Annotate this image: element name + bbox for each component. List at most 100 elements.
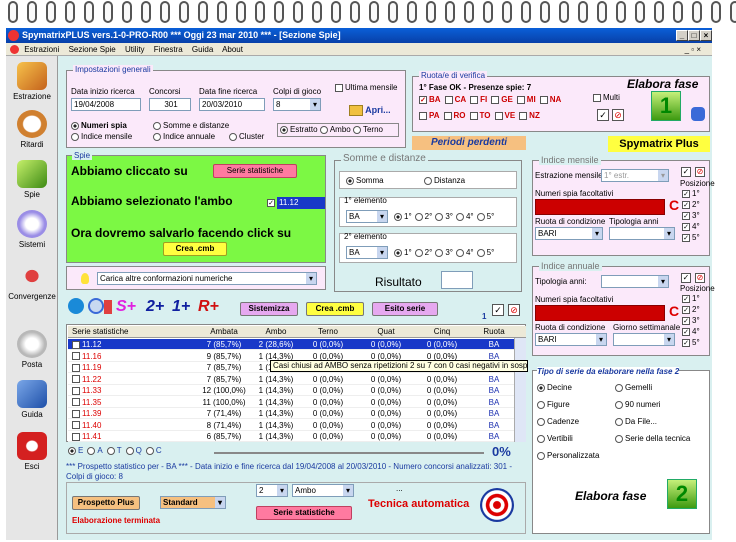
position-checkbox[interactable]: ✓ 2°: [682, 200, 708, 211]
el2-ruota-select[interactable]: BA: [346, 246, 388, 259]
sidebar-item-esci[interactable]: Esci: [6, 432, 58, 471]
position-radio[interactable]: 5°: [476, 212, 494, 221]
position-checkbox[interactable]: ✓ 1°: [682, 189, 708, 200]
el1-ruota-select[interactable]: BA: [346, 210, 388, 223]
position-radio[interactable]: 2°: [414, 248, 432, 257]
mensile-cancel-icon[interactable]: ⊘: [695, 167, 705, 177]
periodi-perdenti-label[interactable]: Periodi perdenti: [412, 136, 526, 150]
position-radio[interactable]: 3°: [435, 212, 453, 221]
esito-serie-button[interactable]: Esito serie: [372, 302, 438, 316]
s-plus-button[interactable]: S+: [116, 298, 136, 316]
position-checkbox[interactable]: ✓ 2°: [682, 305, 708, 316]
position-checkbox[interactable]: ✓ 5°: [682, 338, 708, 349]
save-icon[interactable]: [68, 298, 84, 314]
sidebar-item-posta[interactable]: Posta: [6, 330, 58, 369]
sidebar-item-sistemi[interactable]: Sistemi: [6, 210, 58, 249]
column-header[interactable]: Quat: [358, 326, 414, 338]
multi-checkbox[interactable]: Multi: [593, 93, 620, 102]
two-plus-button[interactable]: 2+: [146, 298, 164, 316]
menu-finestra[interactable]: Finestra: [154, 45, 183, 54]
mdi-controls[interactable]: _ ▫ ×: [685, 43, 701, 56]
table-row[interactable]: 11.33 12 (100,0%) 1 (14,3%) 0 (0,0%) 0 (0,0%…: [68, 385, 526, 396]
r-plus-button[interactable]: R+: [198, 298, 219, 316]
sorte-filter-radios[interactable]: EATQC: [68, 446, 166, 455]
data-inizio-field[interactable]: 19/04/2008: [71, 98, 141, 111]
column-header[interactable]: Serie statistiche: [72, 326, 172, 338]
ultima-mensile-checkbox[interactable]: Ultima mensile: [335, 83, 397, 92]
position-checkbox[interactable]: ✓ 4°: [682, 222, 708, 233]
concorsi-field[interactable]: 301: [149, 98, 191, 111]
cancel-icon[interactable]: ⊘: [612, 109, 624, 121]
menu-guida[interactable]: Guida: [192, 45, 213, 54]
table-row[interactable]: ✓ 11.12 7 (85,7%) 2 (28,6%) 0 (0,0%) 0 (0,0%)…: [68, 339, 526, 350]
serie-statistiche-button[interactable]: Serie statistiche: [213, 164, 297, 178]
fase2-option-radio[interactable]: Personalizzata: [537, 451, 599, 460]
row-checkbox[interactable]: [72, 375, 80, 384]
fase2-option-radio[interactable]: Figure: [537, 400, 570, 409]
annuale-confirm-icon[interactable]: ✓: [681, 273, 691, 283]
column-header[interactable]: Cinq: [412, 326, 472, 338]
mensile-ruota-select[interactable]: BARI: [535, 227, 603, 240]
maximize-button[interactable]: □: [688, 30, 700, 41]
filter-radio-a[interactable]: A: [87, 446, 103, 455]
indice-mensile-radio[interactable]: Indice mensile: [71, 132, 132, 141]
sistemizza-button[interactable]: Sistemizza: [240, 302, 298, 316]
table-cancel-icon[interactable]: ⊘: [508, 304, 520, 316]
sidebar-item-ritardi[interactable]: Ritardi: [6, 110, 58, 149]
numeri-spia-radio[interactable]: Numeri spia: [71, 121, 127, 130]
column-header[interactable]: Terno: [300, 326, 356, 338]
close-button[interactable]: ×: [700, 30, 712, 41]
ambo-radio[interactable]: Ambo: [319, 125, 351, 134]
ruota-checkbox-ro[interactable]: RO: [443, 111, 466, 120]
annuale-cancel-icon[interactable]: ⊘: [695, 273, 705, 283]
menu-utility[interactable]: Utility: [125, 45, 145, 54]
ruota-checkbox-nz[interactable]: NZ: [519, 111, 540, 120]
position-radio[interactable]: 4°: [455, 248, 474, 257]
ruota-checkbox-na[interactable]: NA: [539, 95, 561, 104]
position-checkbox[interactable]: ✓ 5°: [682, 233, 708, 244]
position-checkbox[interactable]: ✓ 3°: [682, 211, 708, 222]
estratto-radio[interactable]: Estratto: [280, 125, 318, 134]
ruota-checkbox-ca[interactable]: CA: [444, 95, 466, 104]
row-checkbox[interactable]: [72, 363, 80, 372]
annuale-giorno-select[interactable]: [613, 333, 675, 346]
ruota-checkbox-to[interactable]: TO: [469, 111, 491, 120]
target-icon[interactable]: [480, 488, 514, 522]
fase2-option-radio[interactable]: Serie della tecnica: [615, 434, 690, 443]
ruota-checkbox-ba[interactable]: ✓ BA: [419, 95, 441, 104]
menu-about[interactable]: About: [222, 45, 243, 54]
table-row[interactable]: 11.22 7 (85,7%) 1 (14,3%) 0 (0,0%) 0 (0,0%) 0…: [68, 373, 526, 385]
fase2-option-radio[interactable]: Vertibili: [537, 434, 573, 443]
row-checkbox[interactable]: [72, 421, 80, 430]
distanza-radio[interactable]: Distanza: [424, 176, 465, 185]
phase2-button[interactable]: 2: [667, 479, 697, 509]
cluster-radio[interactable]: Cluster: [229, 132, 264, 141]
sidebar-item-convergenze[interactable]: Convergenze: [6, 262, 58, 301]
indice-annuale-radio[interactable]: Indice annuale: [153, 132, 215, 141]
position-checkbox[interactable]: ✓ 1°: [682, 294, 708, 305]
table-row[interactable]: 11.40 8 (71,4%) 1 (14,3%) 0 (0,0%) 0 (0,0%) 0…: [68, 419, 526, 431]
somma-radio[interactable]: Somma: [346, 176, 384, 185]
position-radio[interactable]: 1°: [394, 212, 412, 221]
minimize-button[interactable]: _: [676, 30, 688, 41]
column-header[interactable]: Ruota: [474, 326, 514, 338]
table-confirm-icon[interactable]: ✓: [492, 304, 504, 316]
table-row[interactable]: 11.39 7 (71,4%) 1 (14,3%) 0 (0,0%) 0 (0,0%) 0…: [68, 408, 526, 419]
filter-radio-t[interactable]: T: [106, 446, 122, 455]
carica-select[interactable]: Carica altre conformazioni numeriche: [97, 272, 317, 285]
apri-button[interactable]: Apri...: [349, 105, 391, 117]
row-checkbox[interactable]: [72, 432, 80, 441]
sidebar-item-spie[interactable]: Spie: [6, 160, 58, 199]
position-radio[interactable]: 2°: [414, 212, 432, 221]
filter-radio-e[interactable]: E: [68, 446, 83, 455]
position-radio[interactable]: 3°: [435, 248, 453, 257]
ruota-checkbox-fi[interactable]: FI: [470, 95, 487, 104]
row-checkbox[interactable]: ✓: [72, 340, 80, 349]
ruota-checkbox-ve[interactable]: VE: [494, 111, 515, 120]
position-radio[interactable]: 4°: [455, 212, 474, 221]
annuale-ruota-select[interactable]: BARI: [535, 333, 607, 346]
one-plus-button[interactable]: 1+: [172, 298, 190, 316]
row-checkbox[interactable]: [72, 398, 80, 407]
annuale-tipologia-select[interactable]: [601, 275, 669, 288]
confirm-icon[interactable]: ✓: [597, 109, 609, 121]
